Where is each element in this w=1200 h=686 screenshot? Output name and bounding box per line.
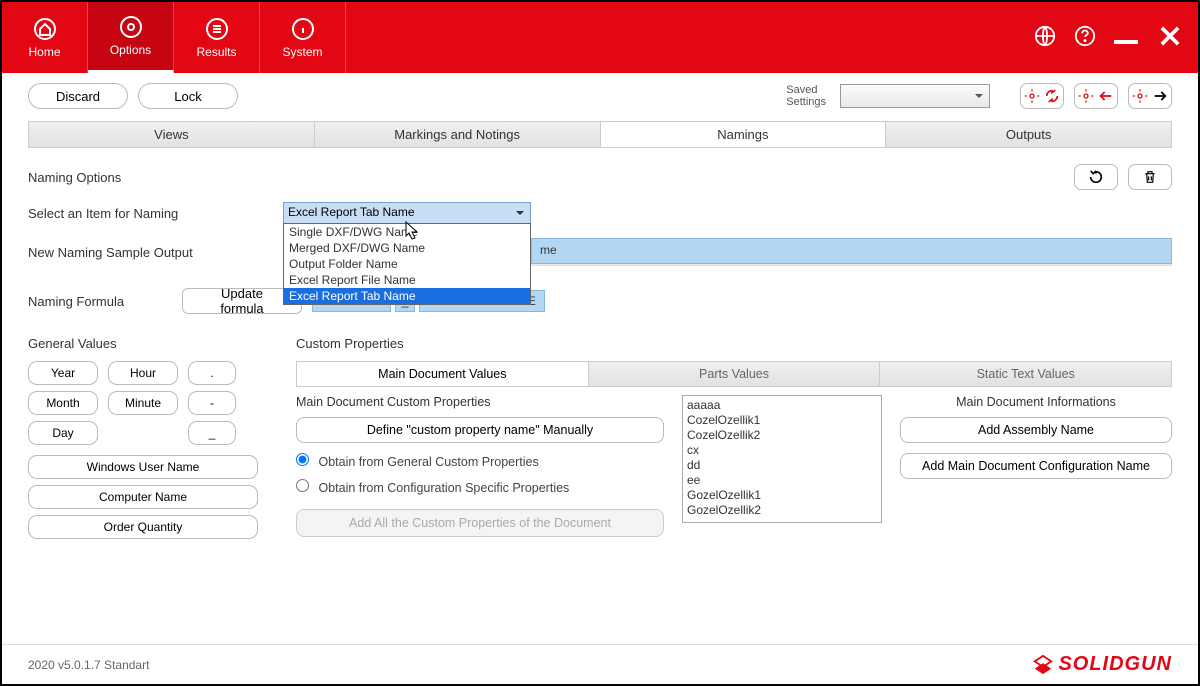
gv-day[interactable]: Day [28,421,98,445]
dropdown-option-selected[interactable]: Excel Report Tab Name [284,288,530,304]
list-icon [205,17,229,41]
discard-button[interactable]: Discard [28,83,128,109]
list-item[interactable]: CozelOzellik1 [687,413,877,428]
settings-refresh-button[interactable] [1020,83,1064,109]
gv-minute[interactable]: Minute [108,391,178,415]
naming-options-title: Naming Options [28,170,121,185]
main-ribbon: Home Options Results System [2,2,1198,73]
ribbon-tab-home[interactable]: Home [2,2,88,73]
gv-month[interactable]: Month [28,391,98,415]
general-values-panel: General Values Year Hour . Month Minute … [28,336,278,545]
cp-tab-parts[interactable]: Parts Values [589,362,881,386]
tab-outputs[interactable]: Outputs [886,122,1171,147]
globe-icon[interactable] [1034,25,1056,50]
add-config-name-button[interactable]: Add Main Document Configuration Name [900,453,1172,479]
radio-general[interactable]: Obtain from General Custom Properties [296,453,664,469]
cp-tab-main[interactable]: Main Document Values [297,362,589,386]
sample-output-chip: me [531,238,1172,264]
gv-computer-name[interactable]: Computer Name [28,485,258,509]
close-icon[interactable] [1156,22,1184,53]
home-icon [33,17,57,41]
gv-dot[interactable]: . [188,361,236,385]
list-item[interactable]: GozelOzellik1 [687,488,877,503]
ribbon-tab-system[interactable]: System [260,2,346,73]
select-item-label: Select an Item for Naming [28,206,283,221]
sub-tabs: Views Markings and Notings Namings Outpu… [28,121,1172,148]
saved-settings-label: Saved Settings [786,84,826,108]
radio-config[interactable]: Obtain from Configuration Specific Prope… [296,479,664,495]
properties-list[interactable]: aaaaa CozelOzellik1 CozelOzellik2 cx dd … [682,395,882,523]
gv-hour[interactable]: Hour [108,361,178,385]
info-icon [291,17,315,41]
gear-icon [119,15,143,39]
tab-markings[interactable]: Markings and Notings [315,122,601,147]
item-naming-dropdown[interactable]: Single DXF/DWG Name Merged DXF/DWG Name … [283,223,531,305]
add-assembly-name-button[interactable]: Add Assembly Name [900,417,1172,443]
gv-dash[interactable]: - [188,391,236,415]
brand-logo: SOLIDGUN [1032,653,1172,676]
saved-settings-combo[interactable] [840,84,990,108]
settings-export-button[interactable] [1128,83,1172,109]
list-item[interactable]: GozelOzellik2 [687,503,877,518]
cp-left-header: Main Document Custom Properties [296,395,664,409]
footer: 2020 v5.0.1.7 Standart SOLIDGUN [2,644,1198,684]
list-item[interactable]: ee [687,473,877,488]
tab-views[interactable]: Views [29,122,315,147]
dropdown-option[interactable]: Output Folder Name [284,256,530,272]
list-item[interactable]: gz [687,518,877,523]
list-item[interactable]: aaaaa [687,398,877,413]
minimize-icon[interactable] [1114,32,1138,44]
item-naming-select[interactable]: Excel Report Tab Name [283,202,531,224]
custom-properties-header: Custom Properties [296,336,1172,351]
lock-button[interactable]: Lock [138,83,238,109]
dropdown-option[interactable]: Single DXF/DWG Name [284,224,530,240]
add-all-props-button: Add All the Custom Properties of the Doc… [296,509,664,537]
help-icon[interactable] [1074,25,1096,50]
naming-formula-label: Naming Formula [28,294,158,309]
gv-year[interactable]: Year [28,361,98,385]
custom-properties-panel: Custom Properties Main Document Values P… [296,336,1172,545]
tab-namings[interactable]: Namings [601,122,887,147]
delete-button[interactable] [1128,164,1172,190]
action-toolbar: Discard Lock Saved Settings [2,73,1198,119]
version-label: 2020 v5.0.1.7 Standart [28,658,149,672]
settings-load-button[interactable] [1074,83,1118,109]
general-values-header: General Values [28,336,278,351]
sample-output-label: New Naming Sample Output [28,245,283,260]
define-manually-button[interactable]: Define "custom property name" Manually [296,417,664,443]
list-item[interactable]: CozelOzellik2 [687,428,877,443]
cp-right-header: Main Document Informations [900,395,1172,409]
gv-underscore[interactable]: _ [188,421,236,445]
dropdown-option[interactable]: Merged DXF/DWG Name [284,240,530,256]
dropdown-option[interactable]: Excel Report File Name [284,272,530,288]
ribbon-tab-results[interactable]: Results [174,2,260,73]
reset-button[interactable] [1074,164,1118,190]
gv-order-qty[interactable]: Order Quantity [28,515,258,539]
gv-windows-user[interactable]: Windows User Name [28,455,258,479]
list-item[interactable]: cx [687,443,877,458]
ribbon-tab-options[interactable]: Options [88,2,174,73]
cp-tab-static[interactable]: Static Text Values [880,362,1171,386]
list-item[interactable]: dd [687,458,877,473]
